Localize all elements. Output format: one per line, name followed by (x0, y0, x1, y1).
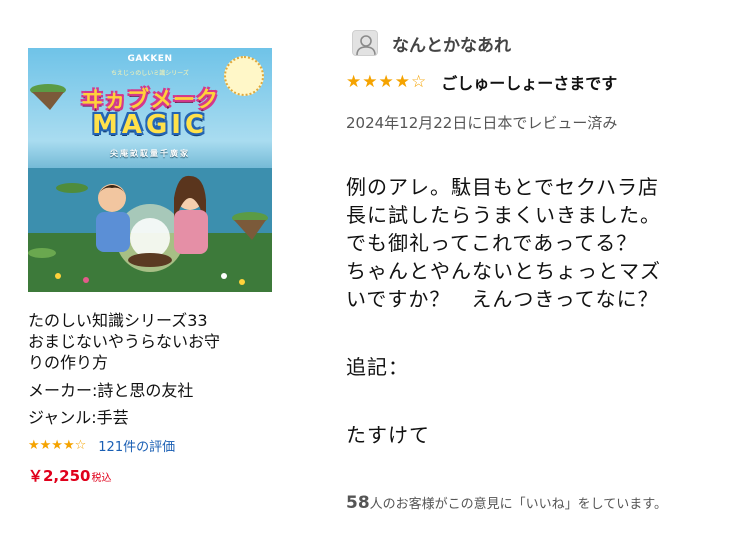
price-tax-label: 税込 (91, 473, 112, 484)
helpful-text: 人のお客様がこの意見に「いいね」をしています。 (369, 497, 667, 512)
review-text: 例のアレ。駄目もとでセクハラ店 長に試したらうまくいきました。 でも御礼ってこれ… (346, 175, 661, 311)
cover-badge-icon (224, 56, 264, 96)
review-header: ★★★★☆ ごしゅーしょーさまです (346, 70, 736, 94)
cover-subtitle: 尖庵畝馭量千廣家 (110, 149, 190, 158)
review-count-link[interactable]: 121件の評価 (98, 436, 175, 455)
product-card: GAKKEN ちえじっのしいミ識シリーズ ヰヵブメーク MAGIC 尖庵畝馭量千… (28, 48, 288, 486)
product-name[interactable]: たのしい知識シリーズ33 おまじないやうらないお守 りの作り方 (28, 310, 288, 373)
cover-title-magic: MAGIC (91, 110, 209, 140)
product-star-rating[interactable]: ★★★★☆ (28, 438, 86, 453)
reviewer-profile[interactable]: なんとかなあれ (352, 30, 736, 56)
price-value: ￥2,250 (28, 467, 91, 485)
product-price: ￥2,250税込 (28, 465, 288, 486)
customer-review: なんとかなあれ ★★★★☆ ごしゅーしょーさまです 2024年12月22日に日本… (346, 30, 736, 513)
review-star-rating: ★★★★☆ (346, 72, 427, 92)
star-empty-icon: ☆ (74, 438, 87, 453)
review-body: 例のアレ。駄目もとでセクハラ店 長に試したらうまくいきました。 でも御礼ってこれ… (346, 145, 736, 477)
product-rating: ★★★★☆ 121件の評価 (28, 436, 288, 455)
reviewer-name[interactable]: なんとかなあれ (392, 31, 511, 56)
helpful-votes: 58人のお客様がこの意見に「いいね」をしています。 (346, 493, 736, 513)
star-filled-icons: ★★★★ (346, 72, 411, 92)
default-user-avatar-icon (352, 30, 378, 56)
product-genre: ジャンル:手芸 (28, 408, 129, 427)
review-date: 2024年12月22日に日本でレビュー済み (346, 114, 618, 132)
book-cover-image[interactable]: GAKKEN ちえじっのしいミ識シリーズ ヰヵブメーク MAGIC 尖庵畝馭量千… (28, 48, 272, 292)
star-empty-icon: ☆ (410, 72, 428, 92)
review-postscript: たすけて (346, 423, 430, 447)
product-maker: メーカー:詩と思の友社 (28, 381, 194, 400)
review-postscript-label: 追記： (346, 355, 409, 379)
review-title[interactable]: ごしゅーしょーさまです (441, 70, 617, 94)
star-filled-icons: ★★★★ (28, 438, 75, 453)
helpful-count: 58 (346, 493, 370, 513)
